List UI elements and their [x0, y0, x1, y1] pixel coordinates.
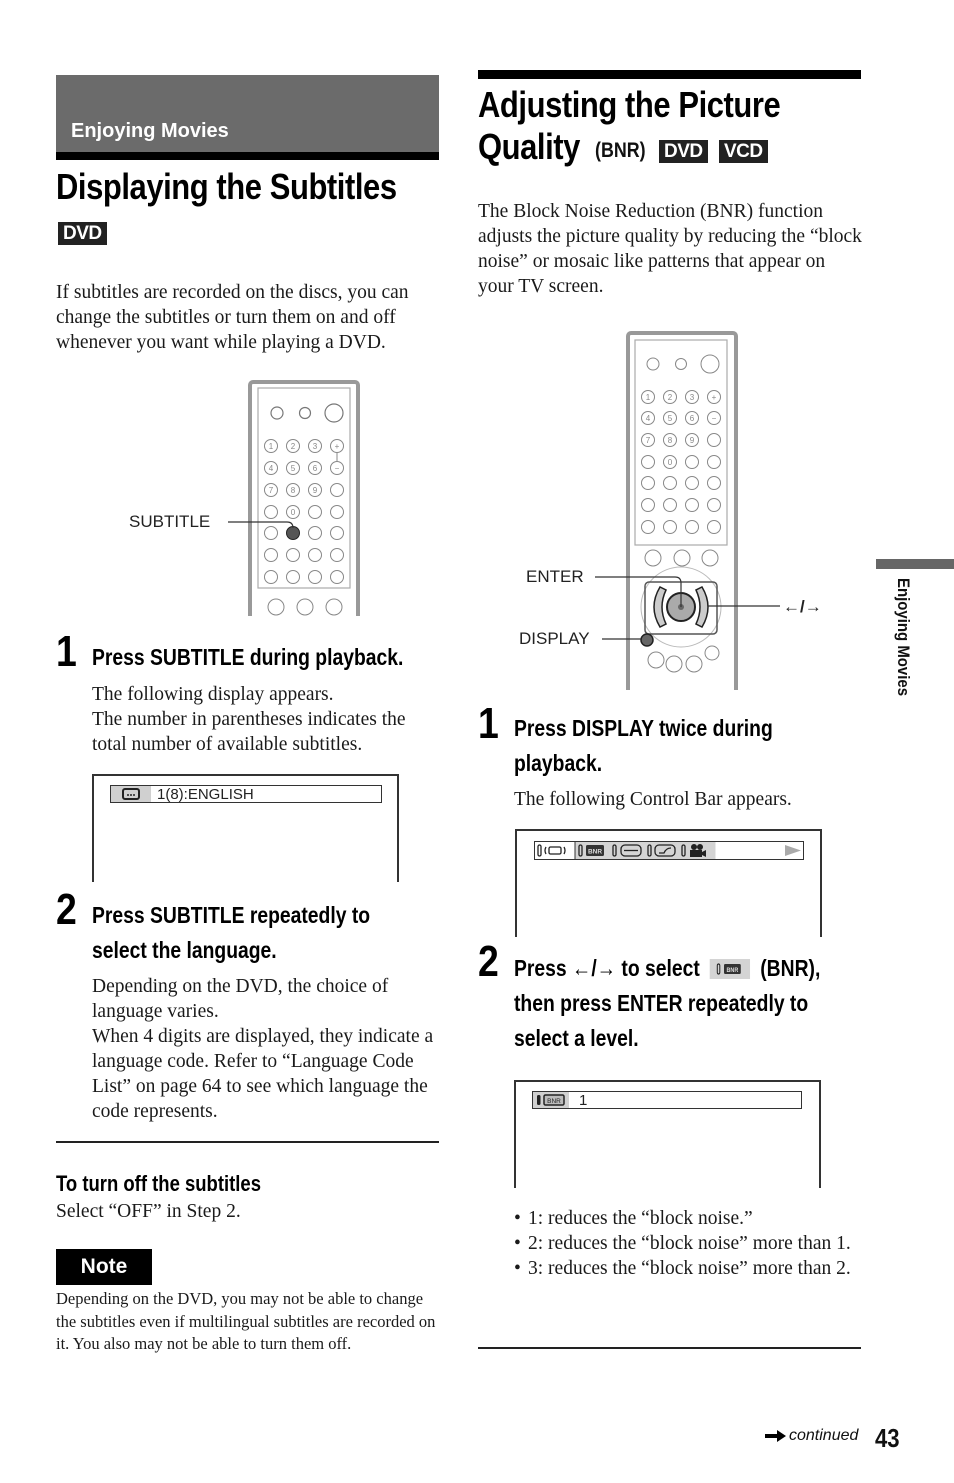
bnr-level-screen: BNR 1 — [514, 1080, 821, 1188]
enter-callout-label: ENTER — [526, 567, 584, 586]
subtitle-callout-label: SUBTITLE — [129, 512, 211, 531]
list-item: 2: reduces the “block noise” more than 1… — [514, 1231, 864, 1256]
svg-text:9: 9 — [690, 436, 695, 445]
svg-text:BNR: BNR — [727, 967, 739, 973]
page-number: 43 — [875, 1423, 900, 1453]
display-callout-label: DISPLAY — [519, 629, 590, 648]
subtitles-intro: If subtitles are recorded on the discs, … — [56, 282, 409, 353]
svg-text:−: − — [335, 464, 340, 473]
svg-text:BNR: BNR — [547, 1098, 561, 1105]
step-body: The following display appears. The numbe… — [92, 684, 406, 755]
section-header-label: Enjoying Movies — [71, 120, 229, 142]
list-item: 3: reduces the “block noise” more than 2… — [514, 1256, 864, 1281]
subtitle-icon — [111, 786, 151, 802]
step-heading: Press SUBTITLE during playback. — [92, 644, 404, 670]
button-grid — [264, 439, 344, 616]
divider — [478, 1347, 861, 1349]
turn-off-heading: To turn off the subtitles — [56, 1171, 261, 1196]
svg-text:−: − — [712, 414, 717, 423]
svg-text:6: 6 — [313, 464, 318, 473]
svg-text:7: 7 — [646, 436, 651, 445]
step-heading: Press SUBTITLE repeatedly to select the … — [92, 902, 371, 963]
page-title-picture-line2: Quality — [478, 126, 580, 167]
divider — [56, 1141, 439, 1143]
subtitle-button — [286, 526, 300, 540]
continued-indicator: continued — [765, 1427, 858, 1445]
step-heading: Press DISPLAY twice during playback. — [514, 715, 773, 776]
control-bar-screen: BNR — [515, 829, 822, 937]
bnr-icon: BNR — [533, 1092, 569, 1108]
side-tab-bar — [876, 559, 954, 569]
svg-text:5: 5 — [291, 464, 296, 473]
svg-text:8: 8 — [291, 486, 296, 495]
side-tab-label: Enjoying Movies — [894, 578, 913, 697]
svg-text:8: 8 — [668, 436, 673, 445]
section-header-rule — [56, 152, 439, 160]
svg-text:6: 6 — [690, 414, 695, 423]
subtitle-osd-bar: 1(8):ENGLISH — [110, 785, 382, 803]
dvd-badge: DVD — [58, 222, 107, 245]
control-bar: BNR — [534, 841, 804, 860]
svg-text:2: 2 — [668, 393, 673, 402]
title-suffix: (BNR) — [595, 139, 646, 162]
right-arrow-button — [695, 586, 709, 628]
subtitle-osd-text: 1(8):ENGLISH — [157, 785, 254, 803]
svg-text:1: 1 — [646, 393, 651, 402]
step-body: The following Control Bar appears. — [514, 789, 792, 810]
right-section-rule — [478, 70, 861, 79]
step-heading: Press ←/→ to select BNR (BNR), then pres… — [514, 955, 821, 1051]
bnr-intro: The Block Noise Reduction (BNR) function… — [478, 201, 862, 297]
svg-text:+: + — [335, 442, 340, 451]
turn-off-text: Select “OFF” in Step 2. — [56, 1201, 241, 1222]
step-number: 1 — [56, 627, 77, 676]
svg-text:BNR: BNR — [588, 849, 602, 856]
svg-text:3: 3 — [313, 442, 318, 451]
svg-text:1: 1 — [269, 442, 274, 451]
dvd-badge: DVD — [659, 140, 708, 163]
page-title-picture-line1: Adjusting the Picture — [478, 84, 781, 125]
bnr-level-value: 1 — [579, 1091, 588, 1109]
bnr-level-list: 1: reduces the “block noise.” 2: reduces… — [514, 1206, 864, 1281]
svg-text:7: 7 — [269, 486, 274, 495]
subtitle-display-screen: 1(8):ENGLISH — [92, 774, 399, 882]
bnr-inline-icon: BNR — [709, 958, 751, 979]
svg-text:4: 4 — [646, 414, 651, 423]
svg-text:2: 2 — [291, 442, 296, 451]
section-header: Enjoying Movies — [56, 75, 439, 152]
note-text: Depending on the DVD, you may not be abl… — [56, 1289, 436, 1353]
step-number: 1 — [478, 699, 499, 748]
svg-text:3: 3 — [690, 393, 695, 402]
svg-text:+: + — [712, 393, 717, 402]
svg-text:0: 0 — [668, 458, 673, 467]
bnr-icon: BNR — [586, 845, 604, 856]
left-arrow-button — [653, 586, 667, 628]
play-arrow-icon — [785, 845, 801, 856]
bnr-osd-bar: BNR 1 — [532, 1091, 802, 1109]
svg-text:0: 0 — [291, 508, 296, 517]
note-badge: Note — [56, 1249, 152, 1285]
svg-text:5: 5 — [668, 414, 673, 423]
arrow-right-icon — [765, 1430, 786, 1442]
step-body: Depending on the DVD, the choice of lang… — [92, 976, 434, 1122]
svg-text:4: 4 — [269, 464, 274, 473]
step-number: 2 — [478, 937, 499, 986]
remote-illustration-bnr: 1 2 3 + 4 5 6 − 7 8 9 0 — [595, 331, 780, 690]
svg-text:9: 9 — [313, 486, 318, 495]
page-title-subtitles: Displaying the Subtitles — [56, 166, 397, 207]
vcd-badge: VCD — [719, 140, 768, 163]
remote-illustration-subtitle: 1 2 3 + 4 5 6 − 7 8 9 0 — [228, 380, 360, 616]
list-item: 1: reduces the “block noise.” — [514, 1206, 864, 1231]
surround-icon — [544, 846, 566, 855]
step-number: 2 — [56, 885, 77, 934]
display-button — [640, 633, 654, 647]
